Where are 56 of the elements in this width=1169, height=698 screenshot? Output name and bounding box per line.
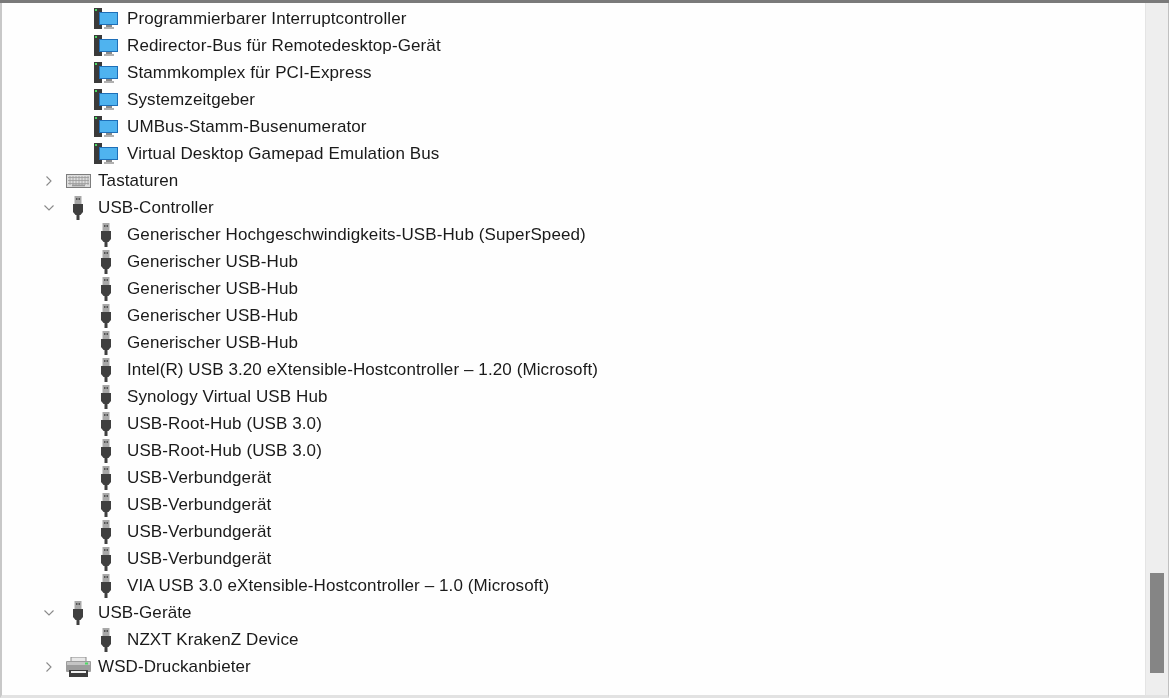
usb-plug-icon — [100, 303, 112, 328]
keyboard-icon — [65, 173, 91, 188]
computer-monitor-icon — [94, 35, 118, 56]
usb-plug-icon — [100, 573, 112, 598]
usb-plug-icon — [100, 546, 112, 571]
computer-monitor-icon — [94, 116, 118, 137]
usb-plug-icon — [100, 465, 112, 490]
chevron-down-icon[interactable] — [44, 609, 54, 616]
tree-item[interactable]: Virtual Desktop Gamepad Emulation Bus — [127, 143, 440, 164]
tree-item[interactable]: Generischer USB-Hub — [127, 305, 299, 326]
computer-monitor-icon — [94, 8, 118, 29]
computer-monitor-icon — [94, 143, 118, 164]
tree-item[interactable]: Programmierbarer Interruptcontroller — [127, 8, 407, 29]
tree-item[interactable]: VIA USB 3.0 eXtensible-Hostcontroller – 1.0 (Microsoft) — [127, 575, 550, 596]
usb-plug-icon — [100, 438, 112, 463]
usb-plug-icon — [100, 330, 112, 355]
usb-plug-icon — [100, 627, 112, 652]
tree-item[interactable]: USB-Controller — [98, 197, 214, 218]
tree-item[interactable]: Generischer USB-Hub — [127, 278, 299, 299]
chevron-right-icon[interactable] — [46, 175, 52, 186]
tree-item[interactable]: Generischer USB-Hub — [127, 251, 299, 272]
tree-item[interactable]: USB-Verbundgerät — [127, 494, 272, 515]
usb-plug-icon — [100, 519, 112, 544]
tree-item[interactable]: USB-Root-Hub (USB 3.0) — [127, 413, 322, 434]
tree-item[interactable]: Redirector-Bus für Remotedesktop-Gerät — [127, 35, 441, 56]
tree-item[interactable]: Synology Virtual USB Hub — [127, 386, 328, 407]
tree-item[interactable]: Generischer USB-Hub — [127, 332, 299, 353]
chevron-down-icon[interactable] — [44, 204, 54, 211]
tree-item[interactable]: Stammkomplex für PCI-Express — [127, 62, 372, 83]
tree-item[interactable]: USB-Geräte — [98, 602, 192, 623]
tree-item[interactable]: Systemzeitgeber — [127, 89, 256, 110]
usb-plug-icon — [100, 222, 112, 247]
usb-plug-icon — [72, 600, 84, 625]
tree-item[interactable]: USB-Root-Hub (USB 3.0) — [127, 440, 322, 461]
usb-plug-icon — [100, 384, 112, 409]
usb-plug-icon — [100, 492, 112, 517]
usb-plug-icon — [100, 411, 112, 436]
printer-icon — [65, 656, 91, 677]
vertical-scrollbar[interactable] — [1145, 3, 1168, 695]
usb-plug-icon — [100, 276, 112, 301]
usb-plug-icon — [100, 357, 112, 382]
tree-item[interactable]: USB-Verbundgerät — [127, 521, 272, 542]
tree-item[interactable]: NZXT KrakenZ Device — [127, 629, 299, 650]
tree-item[interactable]: UMBus-Stamm-Busenumerator — [127, 116, 367, 137]
tree-item[interactable]: WSD-Druckanbieter — [98, 656, 251, 677]
chevron-right-icon[interactable] — [46, 661, 52, 672]
usb-plug-icon — [72, 195, 84, 220]
computer-monitor-icon — [94, 89, 118, 110]
computer-monitor-icon — [94, 62, 118, 83]
tree-item[interactable]: Intel(R) USB 3.20 eXtensible-Hostcontroller – 1.20 (Microsoft) — [127, 359, 599, 380]
scrollbar-thumb[interactable] — [1150, 573, 1164, 673]
tree-item[interactable]: Tastaturen — [98, 170, 179, 191]
tree-item[interactable]: USB-Verbundgerät — [127, 548, 272, 569]
tree-item[interactable]: Generischer Hochgeschwindigkeits-USB-Hub (SuperSpeed) — [127, 224, 586, 245]
usb-plug-icon — [100, 249, 112, 274]
tree-item[interactable]: USB-Verbundgerät — [127, 467, 272, 488]
